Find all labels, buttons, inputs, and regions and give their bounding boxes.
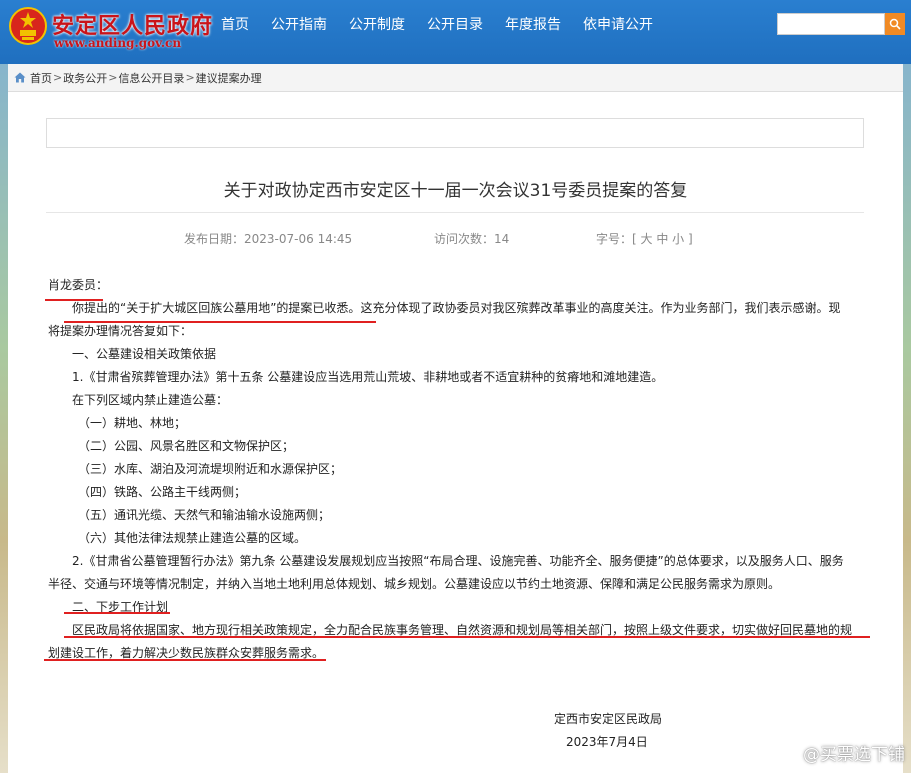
policy-item-1-sub: 在下列区域内禁止建造公墓： xyxy=(72,393,229,407)
paragraph-1-line-1: 你提出的“关于扩大城区回族公墓用地”的提案已收悉。这充分体现了政协委员对我区殡葬… xyxy=(48,297,868,320)
visit-count-label: 访问次数： xyxy=(434,232,495,246)
annotation-underline xyxy=(64,321,376,323)
prohibited-area-3: （三）水库、湖泊及河流堤坝附近和水源保护区； xyxy=(78,462,343,476)
article-info-box xyxy=(46,118,864,148)
breadcrumb-home[interactable]: 首页 xyxy=(30,70,52,86)
search-button[interactable] xyxy=(885,13,905,35)
font-size-options[interactable]: [ 大 中 小 ] xyxy=(632,232,693,246)
thanks-text: 这充分体现了政协委员对我区殡葬改革事业的高度关注。作为业务部门，我们表示感谢。现 xyxy=(360,301,841,315)
breadcrumb-separator: > xyxy=(53,71,63,84)
font-size-label: 字号： xyxy=(596,232,633,246)
salutation: 肖龙委员： xyxy=(48,278,109,292)
signature-date: 2023年7月4日 xyxy=(566,735,648,749)
proposal-received-text: 你提出的“关于扩大城区回族公墓用地”的提案已收悉。 xyxy=(72,301,361,315)
breadcrumb-gov-affairs[interactable]: 政务公开 xyxy=(63,70,107,86)
article-body: 肖龙委员： 你提出的“关于扩大城区回族公墓用地”的提案已收悉。这充分体现了政协委… xyxy=(48,274,868,665)
publish-date: 2023-07-06 14:45 xyxy=(244,232,353,246)
policy-item-2-line-2: 半径、交通与环境等情况制定，并纳入当地土地利用总体规划、城乡规划。公墓建设应以节… xyxy=(48,577,781,591)
nav-item-annual-report[interactable]: 年度报告 xyxy=(494,14,572,36)
nav-item-home[interactable]: 首页 xyxy=(210,14,260,36)
breadcrumb-proposals[interactable]: 建议提案办理 xyxy=(196,70,262,86)
breadcrumb-separator: > xyxy=(185,71,195,84)
work-plan-line-1: 区民政局将依据国家、地方现行相关政策规定，全力配合民族事务管理、自然资源和规划局… xyxy=(72,623,853,637)
publish-date-meta: 发布日期：2023-07-06 14:45 xyxy=(184,230,352,247)
prohibited-area-6: （六）其他法律法规禁止建造公墓的区域。 xyxy=(78,531,307,545)
section-1-heading: 一、公墓建设相关政策依据 xyxy=(72,347,217,361)
paragraph-1-line-2: 将提案办理情况答复如下： xyxy=(48,324,193,338)
signature-organization: 定西市安定区民政局 xyxy=(554,712,663,726)
home-icon xyxy=(14,72,26,83)
national-emblem-logo[interactable] xyxy=(8,6,48,46)
breadcrumb-separator: > xyxy=(108,71,118,84)
font-size-meta: 字号：[ 大 中 小 ] xyxy=(596,230,693,247)
publish-date-label: 发布日期： xyxy=(184,232,245,246)
search-box xyxy=(777,13,905,35)
policy-item-1: 1.《甘肃省殡葬管理办法》第十五条 公墓建设应当选用荒山荒坡、非耕地或者不适宜耕… xyxy=(72,370,664,384)
search-input[interactable] xyxy=(777,13,885,35)
article-title: 关于对政协定西市安定区十一届一次会议31号委员提案的答复 xyxy=(223,181,688,201)
visit-count: 14 xyxy=(494,232,510,246)
weibo-icon xyxy=(777,744,798,762)
main-nav: 首页 公开指南 公开制度 公开目录 年度报告 依申请公开 xyxy=(210,14,664,36)
annotation-underline xyxy=(64,636,870,638)
section-2-heading: 二、下步工作计划 xyxy=(72,600,169,614)
site-header: 安定区人民政府 www.anding.gov.cn 首页 公开指南 公开制度 公… xyxy=(0,0,911,64)
nav-item-catalog[interactable]: 公开目录 xyxy=(416,14,494,36)
watermark-text: @买票选下铺 xyxy=(803,745,905,765)
policy-item-2-line-1: 2.《甘肃省公墓管理暂行办法》第九条 公墓建设发展规划应当按照“布局合理、设施完… xyxy=(72,554,844,568)
prohibited-area-1: （一）耕地、林地； xyxy=(78,416,187,430)
visit-count-meta: 访问次数：14 xyxy=(434,230,509,247)
prohibited-area-4: （四）铁路、公路主干线两侧； xyxy=(78,485,247,499)
title-divider xyxy=(46,212,864,213)
prohibited-area-5: （五）通讯光缆、天然气和输油输水设施两侧； xyxy=(78,508,331,522)
breadcrumb: 首页 > 政务公开 > 信息公开目录 > 建议提案办理 xyxy=(8,64,903,92)
annotation-underline xyxy=(45,299,103,301)
nav-item-request[interactable]: 依申请公开 xyxy=(572,14,664,36)
article-panel: 关于对政协定西市安定区十一届一次会议31号委员提案的答复 发布日期：2023-0… xyxy=(8,92,903,773)
watermark: @买票选下铺 xyxy=(777,740,905,765)
nav-item-guide[interactable]: 公开指南 xyxy=(260,14,338,36)
annotation-underline xyxy=(64,612,170,614)
prohibited-area-2: （二）公园、风景名胜区和文物保护区； xyxy=(78,439,295,453)
nav-item-rules[interactable]: 公开制度 xyxy=(338,14,416,36)
annotation-underline xyxy=(44,659,326,661)
site-url[interactable]: www.anding.gov.cn xyxy=(54,36,181,50)
search-icon xyxy=(889,18,901,30)
breadcrumb-catalog[interactable]: 信息公开目录 xyxy=(118,70,184,86)
work-plan-line-2: 划建设工作，着力解决少数民族群众安葬服务需求。 xyxy=(48,646,325,660)
